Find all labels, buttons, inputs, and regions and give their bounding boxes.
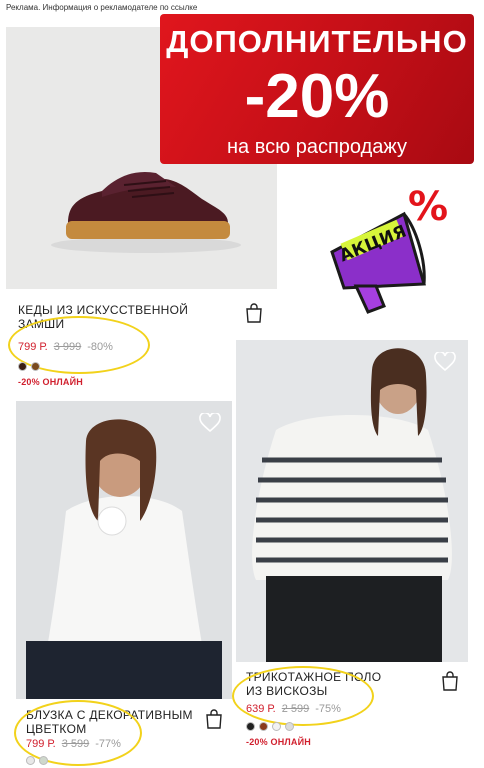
blouse-model-illustration	[26, 419, 222, 699]
ad-notice-link[interactable]: Реклама. Информация о рекламодателе по с…	[6, 3, 197, 12]
product-2-favorite-icon[interactable]	[199, 413, 221, 433]
product-1-color-swatch-2[interactable]	[31, 362, 40, 371]
product-3-add-to-bag-icon[interactable]	[440, 670, 460, 697]
product-3-color-swatch-1[interactable]	[246, 722, 255, 731]
product-3-promo-label: -20% ОНЛАЙН	[246, 737, 311, 747]
polo-model-illustration	[252, 348, 452, 662]
product-2-color-swatch-1[interactable]	[26, 756, 35, 765]
product-2-color-swatch-2[interactable]	[39, 756, 48, 765]
product-1-add-to-bag-icon[interactable]	[244, 302, 264, 329]
banner-subtitle: на всю распродажу	[227, 136, 407, 158]
product-3-image[interactable]	[236, 340, 468, 662]
percent-icon: %	[408, 184, 449, 230]
banner-discount: -20%	[244, 62, 390, 131]
product-3-price-highlight	[232, 666, 374, 726]
product-3-color-swatch-4[interactable]	[285, 722, 294, 731]
product-3-color-swatch-3[interactable]	[272, 722, 281, 731]
product-1-title-line1: КЕДЫ ИЗ ИСКУССТВЕННОЙ	[18, 303, 189, 317]
product-2-image[interactable]	[16, 401, 232, 699]
banner-headline: ДОПОЛНИТЕЛЬНО	[166, 24, 468, 59]
promo-banner[interactable]: ДОПОЛНИТЕЛЬНО -20% на всю распродажу	[160, 14, 474, 164]
product-2-add-to-bag-icon[interactable]	[204, 708, 224, 735]
product-3-favorite-icon[interactable]	[434, 352, 456, 372]
product-1-color-swatch-1[interactable]	[18, 362, 27, 371]
product-1-promo-label: -20% ОНЛАЙН	[18, 377, 83, 387]
product-3-color-swatch-2[interactable]	[259, 722, 268, 731]
product-1-price-highlight	[8, 316, 150, 374]
